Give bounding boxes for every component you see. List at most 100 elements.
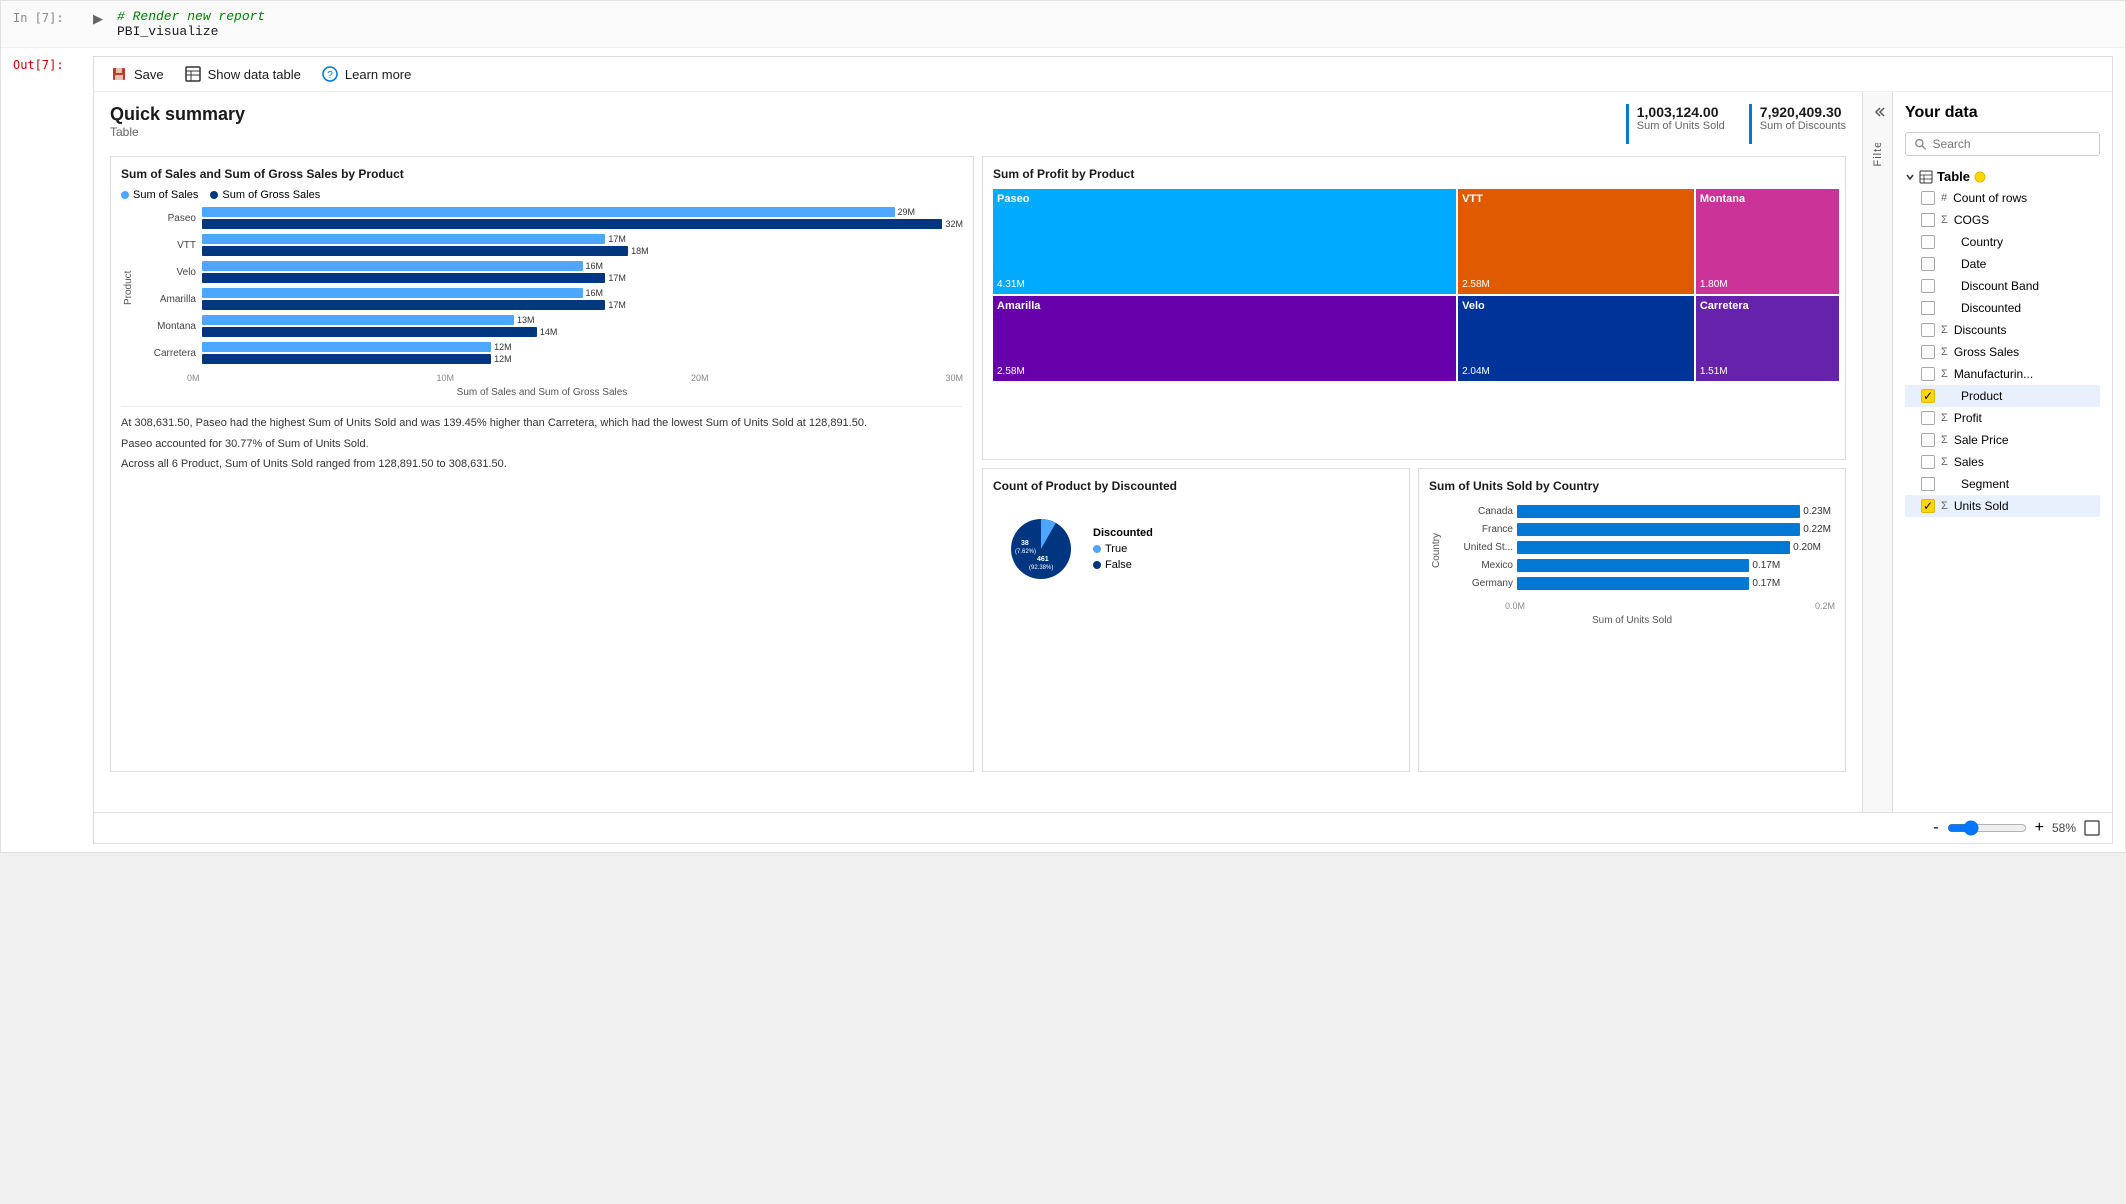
- field-checkbox[interactable]: [1921, 367, 1935, 381]
- field-item[interactable]: Σ Sales: [1905, 451, 2100, 473]
- field-item[interactable]: Σ Gross Sales: [1905, 341, 2100, 363]
- treemap-value: 2.58M: [1462, 279, 1490, 290]
- field-name: Profit: [1954, 411, 1982, 425]
- field-type-icon: Σ: [1941, 456, 1948, 468]
- left-panel: Quick summary Table 1,003,124.00 Sum of …: [94, 92, 1862, 812]
- code-comment: # Render new report: [117, 9, 265, 24]
- bar-gross-row: 18M: [202, 246, 963, 256]
- show-data-table-button[interactable]: Show data table: [184, 65, 301, 83]
- field-checkbox[interactable]: [1921, 477, 1935, 491]
- notebook-cell: In [7]: ▶ # Render new report PBI_visual…: [0, 0, 2126, 853]
- quick-summary-subtitle: Table: [110, 125, 245, 139]
- field-checkbox[interactable]: [1921, 411, 1935, 425]
- zoom-plus-button[interactable]: +: [2035, 819, 2044, 837]
- hbar-country-label: United St...: [1448, 542, 1513, 553]
- treemap-label: Carretera: [1700, 300, 1749, 312]
- collapse-button[interactable]: [1866, 100, 1890, 127]
- field-name: Discounts: [1954, 323, 2007, 337]
- treemap-value: 2.58M: [997, 366, 1025, 377]
- field-item[interactable]: Σ Discounts: [1905, 319, 2100, 341]
- field-checkbox[interactable]: [1921, 257, 1935, 271]
- treemap-label: Velo: [1462, 300, 1485, 312]
- field-item[interactable]: Σ COGS: [1905, 209, 2100, 231]
- bottom-charts: Count of Product by Discounted: [982, 468, 1846, 772]
- field-item[interactable]: Σ Sale Price: [1905, 429, 2100, 451]
- bar-product-label: Montana: [136, 321, 196, 332]
- zoom-minus-button[interactable]: -: [1933, 819, 1938, 837]
- stat1-value: 1,003,124.00: [1637, 104, 1725, 120]
- field-item[interactable]: Country: [1905, 231, 2100, 253]
- field-checkbox[interactable]: [1921, 455, 1935, 469]
- field-item[interactable]: Σ Manufacturin...: [1905, 363, 2100, 385]
- learn-more-button[interactable]: ? Learn more: [321, 65, 411, 83]
- hbar-x-title: Sum of Units Sold: [1429, 615, 1835, 626]
- table-group: Table # Count of rows Σ COGS Country Dat…: [1905, 166, 2100, 517]
- bar-gross-val: 32M: [945, 219, 963, 229]
- field-name: Manufacturin...: [1954, 367, 2033, 381]
- zoom-slider[interactable]: [1947, 820, 2027, 836]
- pie-label-true-pct: (7.62%): [1015, 549, 1036, 555]
- hbar-chart-title: Sum of Units Sold by Country: [1429, 479, 1835, 493]
- field-checkbox[interactable]: [1921, 301, 1935, 315]
- save-button[interactable]: Save: [110, 65, 164, 83]
- field-item[interactable]: Discounted: [1905, 297, 2100, 319]
- bar-product-label: Amarilla: [136, 294, 196, 305]
- treemap-cell: Paseo 4.31M: [993, 189, 1456, 294]
- bar-group: 29M 32M: [202, 207, 963, 229]
- cell-out-label: Out[7]:: [13, 56, 93, 72]
- hbar-bar: [1517, 577, 1749, 590]
- your-data-title: Your data: [1905, 104, 2100, 122]
- pbi-main: Quick summary Table 1,003,124.00 Sum of …: [94, 92, 2112, 812]
- field-name: Country: [1961, 235, 2003, 249]
- bar-gross-row: 12M: [202, 354, 963, 364]
- fullscreen-icon[interactable]: [2084, 820, 2100, 836]
- table-name: Table: [1937, 169, 1970, 184]
- search-input[interactable]: [1933, 137, 2091, 151]
- svg-text:?: ?: [327, 70, 333, 81]
- field-checkbox[interactable]: [1921, 213, 1935, 227]
- field-item[interactable]: ✓ Σ Units Sold: [1905, 495, 2100, 517]
- pie-legend-false: False: [1093, 559, 1153, 571]
- field-checkbox[interactable]: ✓: [1921, 499, 1935, 513]
- cell-in-label: In [7]:: [13, 9, 93, 25]
- field-checkbox[interactable]: [1921, 191, 1935, 205]
- search-box[interactable]: [1905, 132, 2100, 156]
- pie-label-false: 461: [1037, 556, 1049, 563]
- field-checkbox[interactable]: [1921, 279, 1935, 293]
- bar-sales: [202, 207, 895, 217]
- field-item[interactable]: Discount Band: [1905, 275, 2100, 297]
- stat2: 7,920,409.30 Sum of Discounts: [1749, 104, 1846, 144]
- field-item[interactable]: # Count of rows: [1905, 187, 2100, 209]
- field-checkbox[interactable]: ✓: [1921, 389, 1935, 403]
- treemap-cell: Amarilla 2.58M: [993, 296, 1456, 382]
- field-checkbox[interactable]: [1921, 235, 1935, 249]
- pie-legend: Discounted True False: [1093, 527, 1153, 575]
- table-group-header[interactable]: Table: [1905, 166, 2100, 187]
- hbar-country-label: Germany: [1448, 578, 1513, 589]
- field-item[interactable]: Segment: [1905, 473, 2100, 495]
- field-item[interactable]: ✓ Product: [1905, 385, 2100, 407]
- pie-dot-true: [1093, 545, 1101, 553]
- stat1-bar: [1626, 104, 1629, 144]
- field-item[interactable]: Σ Profit: [1905, 407, 2100, 429]
- field-item[interactable]: Date: [1905, 253, 2100, 275]
- chevron-down-icon: [1905, 172, 1915, 182]
- cell-input: In [7]: ▶ # Render new report PBI_visual…: [1, 1, 2125, 48]
- pie-label-false-pct: (92.38%): [1029, 565, 1053, 571]
- bar-group: 12M 12M: [202, 342, 963, 364]
- hbar-bar-wrap: 0.22M: [1517, 523, 1831, 536]
- quick-summary-title: Quick summary: [110, 104, 245, 125]
- pbi-container: Save Show data table ? Learn more: [93, 56, 2113, 844]
- field-checkbox[interactable]: [1921, 433, 1935, 447]
- filter-icon-button[interactable]: Filters: [1866, 139, 1890, 187]
- field-checkbox[interactable]: [1921, 345, 1935, 359]
- run-button[interactable]: ▶: [93, 11, 109, 27]
- hbar-inner: Country Canada 0.23M France 0.22M United…: [1429, 501, 1835, 599]
- hbar-bar: [1517, 505, 1800, 518]
- field-checkbox[interactable]: [1921, 323, 1935, 337]
- bar-sales-val: 29M: [898, 207, 916, 217]
- hbar-row: France 0.22M: [1448, 523, 1831, 536]
- hbar-row: Mexico 0.17M: [1448, 559, 1831, 572]
- bar-sales-val: 12M: [494, 342, 512, 352]
- hbar-row: United St... 0.20M: [1448, 541, 1831, 554]
